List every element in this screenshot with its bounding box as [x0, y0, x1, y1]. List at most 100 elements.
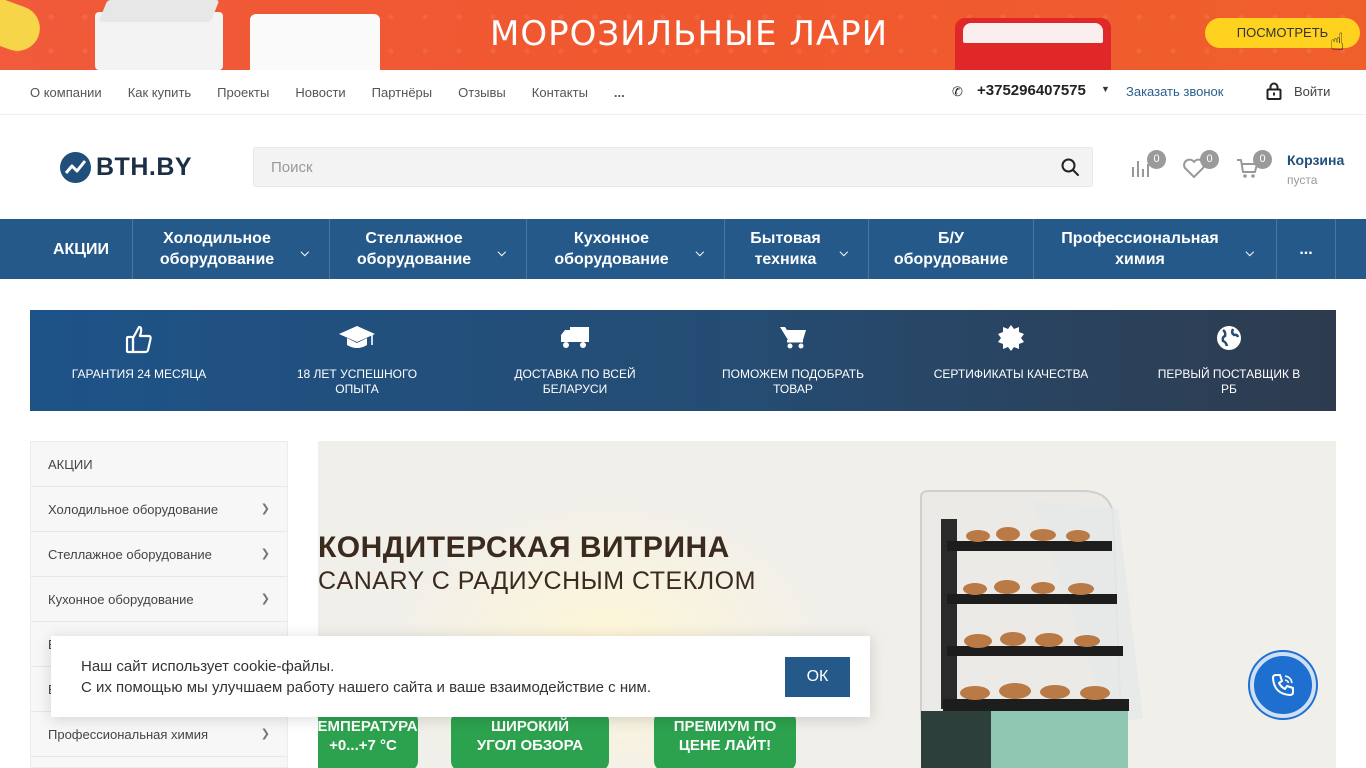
hero-title: КОНДИТЕРСКАЯ ВИТРИНА	[318, 531, 730, 564]
nav-link-projects[interactable]: Проекты	[217, 85, 269, 100]
call-widget-button[interactable]	[1250, 652, 1316, 718]
features-strip: ГАРАНТИЯ 24 МЕСЯЦА 18 ЛЕТ УСПЕШНОГО ОПЫТ…	[30, 310, 1336, 411]
thumbs-up-icon	[125, 325, 152, 354]
menu-more-button[interactable]: ...	[1277, 219, 1336, 279]
menu-item-shelving[interactable]: Стеллажное оборудование ⌵	[330, 219, 527, 279]
menu-item-label: Профессиональная химия	[1061, 230, 1219, 268]
side-item-shelving[interactable]: Стеллажное оборудование ❯	[31, 532, 287, 577]
cart-status: пуста	[1287, 173, 1318, 187]
chevron-down-icon: ⌵	[695, 247, 704, 259]
menu-item-label: Б/У оборудование	[893, 230, 1009, 268]
site-logo[interactable]: BTH.BY	[60, 151, 192, 183]
login-link[interactable]: Войти	[1294, 84, 1330, 99]
logo-mark-icon	[60, 151, 91, 183]
nav-more-button[interactable]: ...	[614, 85, 625, 100]
hero-badge-viewing-angle: ШИРОКИЙ УГОЛ ОБЗОРА	[451, 711, 609, 768]
graduation-cap-icon	[339, 326, 375, 348]
cookie-text: Наш сайт использует cookie-файлы. С их п…	[81, 656, 651, 698]
menu-item-appliances[interactable]: Бытовая техника ⌵	[725, 219, 869, 279]
feature-experience: 18 ЛЕТ УСПЕШНОГО ОПЫТА	[248, 310, 466, 411]
menu-item-label: Стеллажное оборудование	[356, 230, 472, 268]
chevron-right-icon: ❯	[260, 593, 270, 605]
chest-freezer-image	[95, 0, 223, 70]
feature-label: 18 ЛЕТ УСПЕШНОГО ОПЫТА	[296, 367, 418, 396]
side-item-chemistry[interactable]: Профессиональная химия ❯	[31, 712, 287, 757]
truck-icon	[561, 327, 589, 348]
pointer-hand-icon: ☝	[1330, 29, 1345, 56]
feature-warranty: ГАРАНТИЯ 24 МЕСЯЦА	[30, 310, 248, 411]
nav-link-contacts[interactable]: Контакты	[532, 85, 588, 100]
nav-link-how-to-buy[interactable]: Как купить	[128, 85, 191, 100]
cookie-line-2: С их помощью мы улучшаем работу нашего с…	[81, 679, 651, 696]
hero-badge-premium: ПРЕМИУМ ПО ЦЕНЕ ЛАЙТ!	[654, 711, 796, 768]
hero-slider[interactable]: КОНДИТЕРСКАЯ ВИТРИНА CANARY С РАДИУСНЫМ …	[318, 441, 1336, 768]
side-catalog: АКЦИИ Холодильное оборудование ❯ Стеллаж…	[30, 441, 288, 768]
chevron-right-icon: ❯	[260, 728, 270, 740]
menu-item-label: АКЦИИ	[52, 240, 109, 258]
cart-count-badge: 0	[1253, 150, 1272, 169]
menu-item-label: Холодильное оборудование	[159, 230, 275, 268]
promo-banner[interactable]: МОРОЗИЛЬНЫЕ ЛАРИ ПОСМОТРЕТЬ ☝	[0, 0, 1366, 70]
nav-link-partners[interactable]: Партнёры	[372, 85, 432, 100]
menu-item-refrigeration[interactable]: Холодильное оборудование ⌵	[133, 219, 330, 279]
search-input[interactable]	[253, 147, 1093, 187]
menu-item-label: ...	[1299, 240, 1313, 258]
side-item-label: Профессиональная химия	[48, 727, 209, 742]
callback-link[interactable]: Заказать звонок	[1126, 84, 1223, 99]
nav-link-reviews[interactable]: Отзывы	[458, 85, 506, 100]
side-item-refrigeration[interactable]: Холодильное оборудование ❯	[31, 487, 287, 532]
chevron-down-icon: ⌵	[1245, 247, 1254, 259]
side-item-label: Холодильное оборудование	[48, 502, 219, 517]
feature-label: ГАРАНТИЯ 24 МЕСЯЦА	[71, 367, 207, 381]
feature-label: ДОСТАВКА ПО ВСЕЙ БЕЛАРУСИ	[514, 367, 636, 396]
feature-label: СЕРТИФИКАТЫ КАЧЕСТВА	[933, 367, 1089, 381]
logo-text: BTH.BY	[96, 152, 193, 181]
side-item-label: Кухонное оборудование	[48, 592, 194, 607]
cart-title[interactable]: Корзина	[1287, 152, 1344, 168]
side-item-kitchen[interactable]: Кухонное оборудование ❯	[31, 577, 287, 622]
chevron-down-icon: ⌵	[839, 247, 848, 259]
feature-certificates: СЕРТИФИКАТЫ КАЧЕСТВА	[902, 310, 1120, 411]
menu-item-kitchen[interactable]: Кухонное оборудование ⌵	[527, 219, 725, 279]
cart-icon	[780, 327, 806, 349]
compare-count-badge: 0	[1147, 150, 1166, 169]
phone-call-icon	[1272, 674, 1294, 696]
side-item-label: АКЦИИ	[48, 457, 93, 472]
menu-item-promotions[interactable]: АКЦИИ	[30, 219, 133, 279]
display-freezer-image	[955, 18, 1111, 70]
side-item-label: Стеллажное оборудование	[48, 547, 212, 562]
cookie-line-1: Наш сайт использует cookie-файлы.	[81, 658, 335, 675]
lock-icon	[1266, 82, 1282, 100]
promo-title: МОРОЗИЛЬНЫЕ ЛАРИ	[490, 14, 889, 54]
feature-label: ПОМОЖЕМ ПОДОБРАТЬ ТОВАР	[722, 367, 864, 396]
chevron-right-icon: ❯	[260, 548, 270, 560]
cookie-notice: Наш сайт использует cookie-файлы. С их п…	[51, 636, 870, 717]
phone-number[interactable]: +375296407575	[977, 82, 1086, 99]
globe-icon	[1217, 326, 1241, 350]
feature-label: ПЕРВЫЙ ПОСТАВЩИК В РБ	[1157, 367, 1301, 396]
search-icon[interactable]	[1060, 157, 1080, 177]
feature-delivery: ДОСТАВКА ПО ВСЕЙ БЕЛАРУСИ	[466, 310, 684, 411]
chevron-down-icon: ⌵	[497, 247, 506, 259]
menu-item-label: Бытовая техника	[750, 230, 821, 268]
favorites-count-badge: 0	[1200, 150, 1219, 169]
hero-subtitle: CANARY С РАДИУСНЫМ СТЕКЛОМ	[318, 567, 756, 595]
chest-freezer-image-2	[250, 14, 380, 70]
menu-item-label: Кухонное оборудование	[554, 230, 669, 268]
phone-dropdown-icon[interactable]: ▼	[1101, 84, 1110, 94]
chevron-down-icon: ⌵	[300, 247, 309, 259]
cookie-ok-button[interactable]: ОК	[785, 657, 850, 697]
side-item-promotions[interactable]: АКЦИИ	[31, 442, 287, 487]
menu-item-chemistry[interactable]: Профессиональная химия ⌵	[1034, 219, 1277, 279]
certificate-icon	[998, 325, 1024, 351]
main-menu: АКЦИИ Холодильное оборудование ⌵ Стеллаж…	[0, 219, 1366, 279]
nav-link-about[interactable]: О компании	[30, 85, 102, 100]
phone-icon: ✆	[952, 84, 963, 99]
chevron-right-icon: ❯	[260, 503, 270, 515]
feature-help: ПОМОЖЕМ ПОДОБРАТЬ ТОВАР	[684, 310, 902, 411]
menu-item-used[interactable]: Б/У оборудование	[869, 219, 1034, 279]
hero-badge-temperature: ТЕМПЕРАТУРА +0...+7 °C	[318, 711, 418, 768]
feature-first-supplier: ПЕРВЫЙ ПОСТАВЩИК В РБ	[1120, 310, 1338, 411]
nav-link-news[interactable]: Новости	[295, 85, 345, 100]
pastry-showcase-image	[920, 490, 1143, 768]
